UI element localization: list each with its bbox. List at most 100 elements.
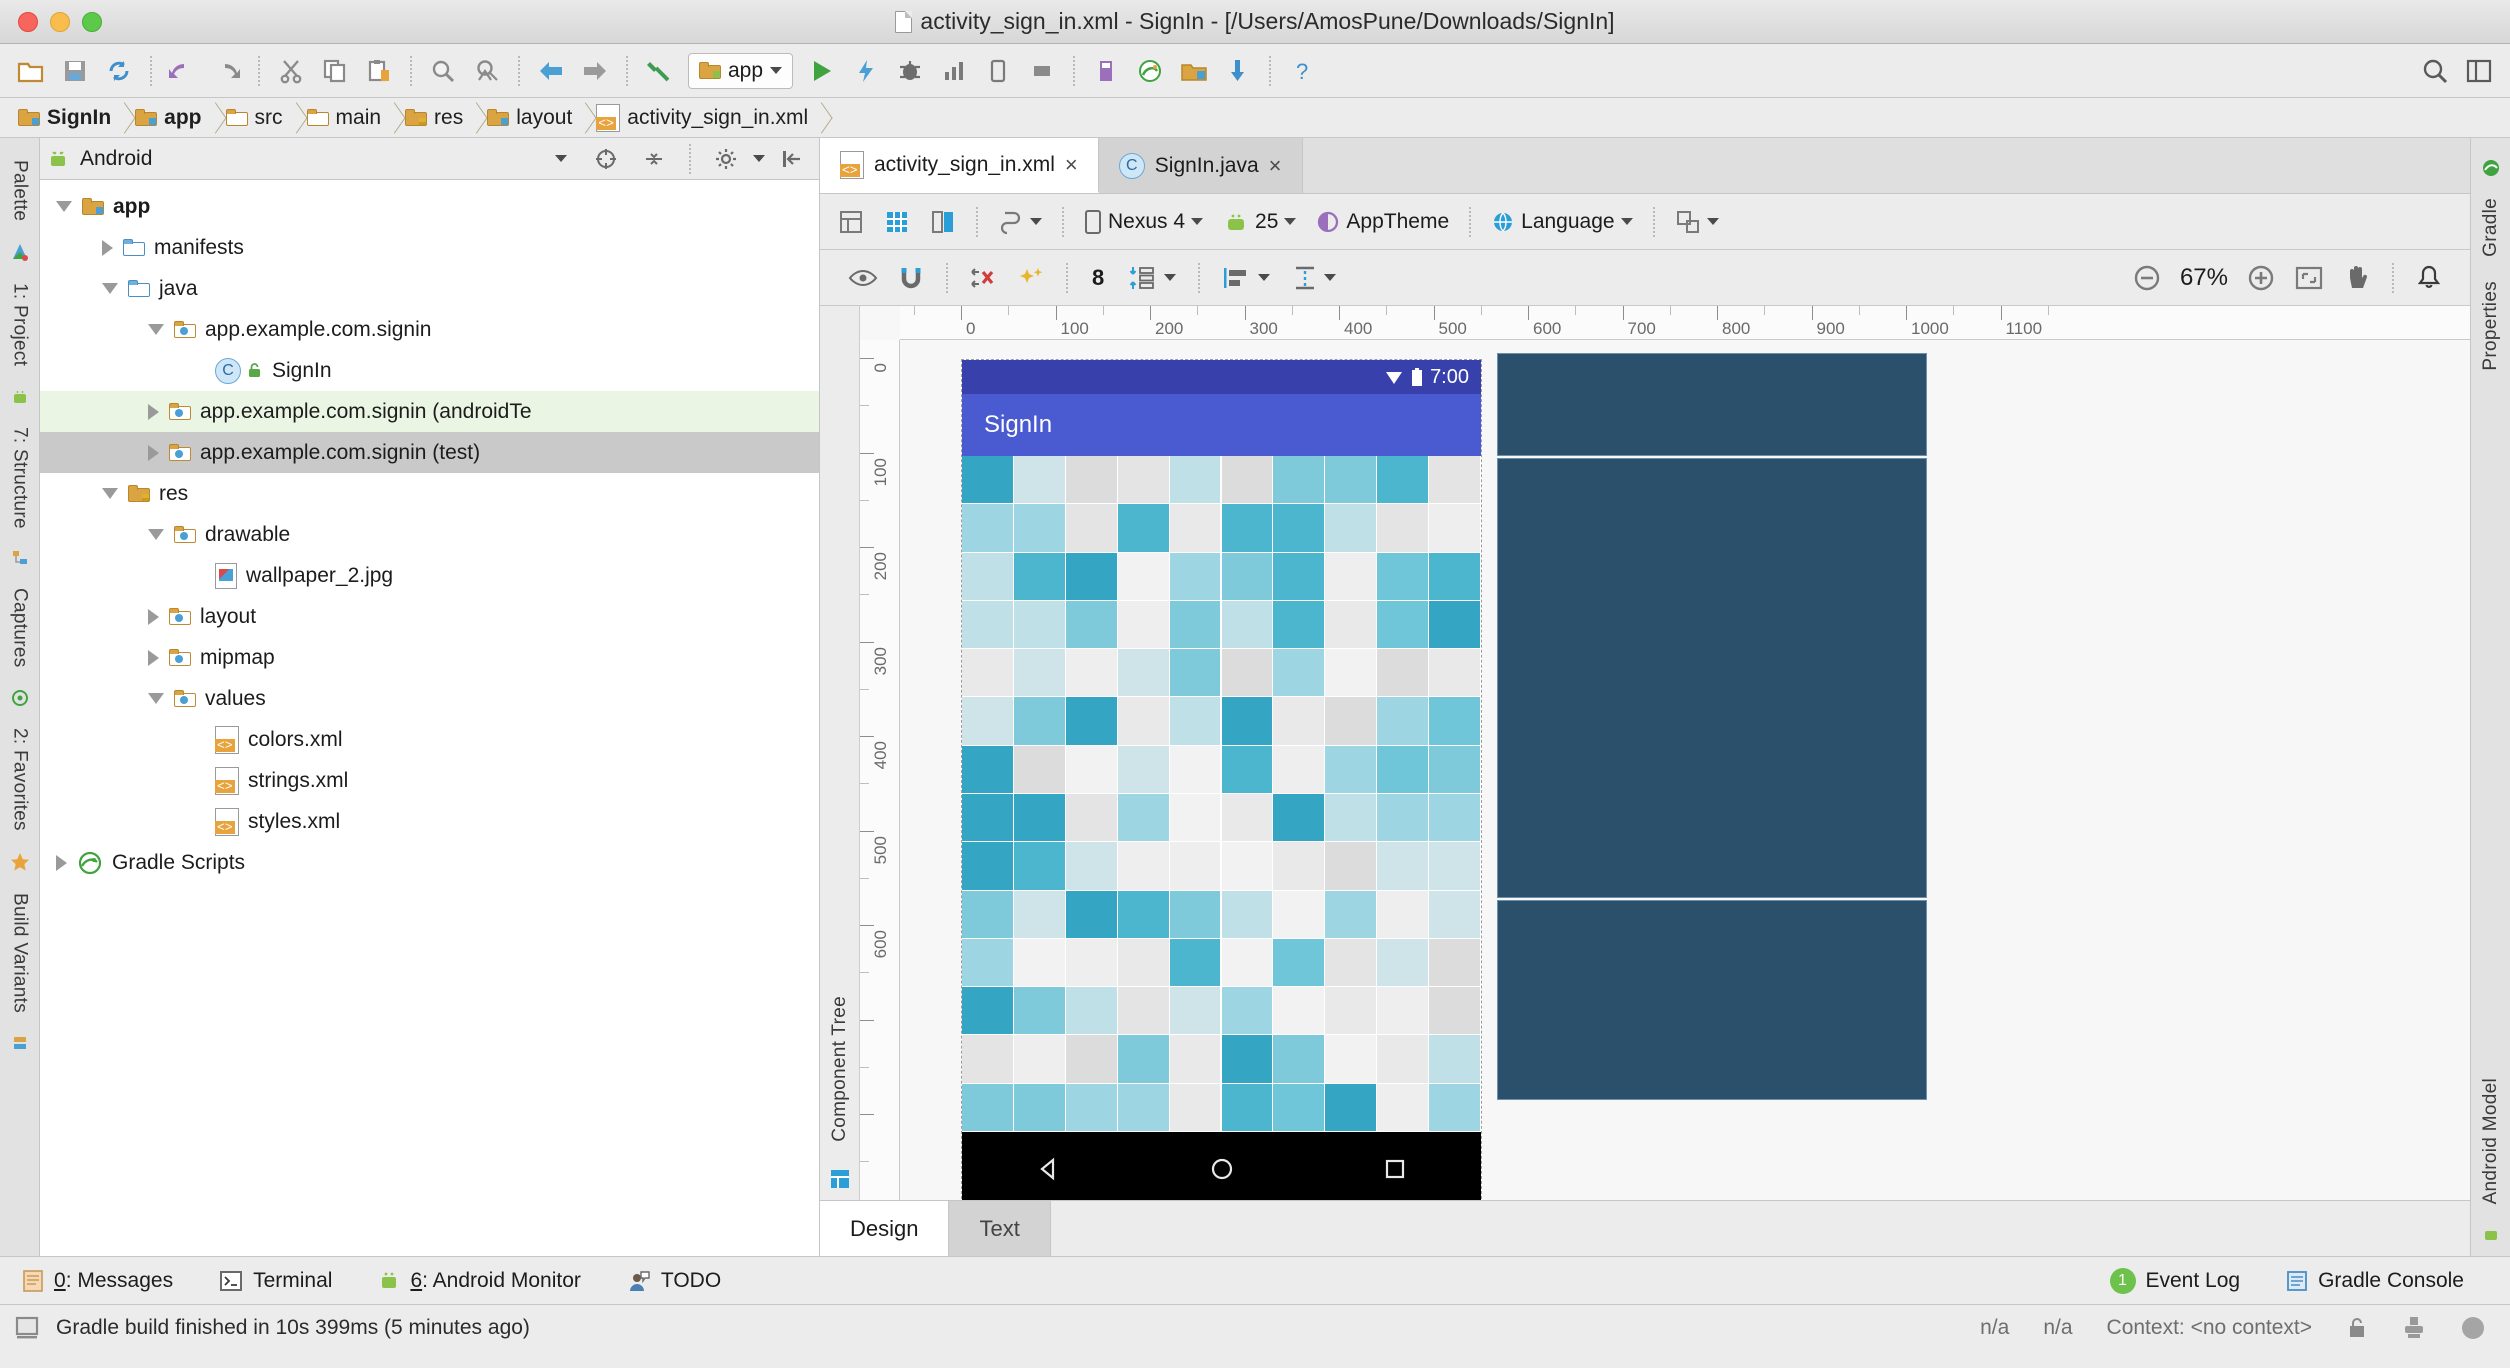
nav-home-circle-icon[interactable] [1207,1154,1237,1184]
notification-bell-icon[interactable] [2408,257,2450,299]
avd-manager-icon[interactable] [1129,50,1171,92]
debug-icon[interactable] [889,50,931,92]
orientation-button[interactable] [990,202,1050,242]
breadcrumb-item-src[interactable]: src [216,98,297,138]
sync-project-icon[interactable] [1217,50,1259,92]
avatar-icon[interactable] [2460,1315,2486,1341]
sidebar-item-palette[interactable]: Palette [9,148,31,233]
sidebar-item-build-variants[interactable]: Build Variants [9,881,31,1025]
tab-design[interactable]: Design [820,1201,950,1256]
chevron-right-icon[interactable] [148,403,159,420]
replace-icon[interactable] [466,50,508,92]
nav-recents-square-icon[interactable] [1380,1154,1410,1184]
layout-inspector-icon[interactable] [1173,50,1215,92]
tree-item-layout[interactable]: layout [40,596,819,637]
cut-icon[interactable] [270,50,312,92]
tree-item-wallpaper-2-jpg[interactable]: wallpaper_2.jpg [40,555,819,596]
module-run-config-selector[interactable]: app [688,52,794,89]
design-view-icon[interactable] [830,201,872,243]
split-view-icon[interactable] [922,201,964,243]
tool-button-gradle-console[interactable]: Gradle Console [2286,1269,2464,1293]
hide-panel-icon[interactable] [771,138,813,180]
api-level-selector[interactable]: 25 [1215,202,1304,242]
tab-text[interactable]: Text [949,1201,1051,1256]
tool-button-messages[interactable]: 0: Messages [22,1269,173,1293]
clear-constraints-icon[interactable] [962,257,1004,299]
back-icon[interactable] [530,50,572,92]
sidebar-item-project[interactable]: 1: Project [9,271,31,378]
close-icon[interactable]: × [1269,153,1282,179]
pan-hand-icon[interactable] [2336,257,2378,299]
redo-icon[interactable] [206,50,248,92]
tree-item-strings-xml[interactable]: strings.xml [40,760,819,801]
close-window-button[interactable] [18,11,38,32]
sdk-manager-icon[interactable] [1085,50,1127,92]
lock-icon[interactable] [2346,1316,2368,1340]
tool-button-android-monitor[interactable]: 6: Android Monitor [378,1269,581,1293]
sidebar-item-android-model[interactable]: Android Model [2480,1066,2502,1216]
magic-wand-icon[interactable] [1010,257,1052,299]
tree-item-manifests[interactable]: manifests [40,227,819,268]
align-button[interactable] [1214,258,1278,298]
blueprint-preview[interactable] [1497,353,1927,1100]
chevron-right-icon[interactable] [148,444,159,461]
magnet-icon[interactable] [890,257,932,299]
tab-activity-sign-in-xml[interactable]: activity_sign_in.xml × [820,138,1099,193]
build-hammer-icon[interactable] [638,50,680,92]
device-selector[interactable]: Nexus 4 [1076,202,1211,242]
tree-item-java[interactable]: java [40,268,819,309]
locate-icon[interactable] [585,138,627,180]
layout-variants-button[interactable] [1667,202,1727,242]
sync-icon[interactable] [98,50,140,92]
breadcrumb-item-main[interactable]: main [297,98,396,138]
minimize-window-button[interactable] [50,11,70,32]
tool-button-event-log[interactable]: 1 Event Log [2109,1267,2240,1294]
nav-back-triangle-icon[interactable] [1034,1154,1064,1184]
tree-item-values[interactable]: values [40,678,819,719]
device-preview[interactable]: 7:00 SignIn [961,359,1482,1200]
tree-item-gradle-scripts[interactable]: Gradle Scripts [40,842,819,883]
breadcrumb-item-layout[interactable]: layout [477,98,586,138]
chevron-down-icon[interactable] [56,201,72,212]
tree-item-signin[interactable]: C SignIn [40,350,819,391]
zoom-in-icon[interactable] [2240,257,2282,299]
forward-icon[interactable] [574,50,616,92]
chevron-down-icon[interactable] [102,488,118,499]
tree-item-app-example-com-signin-androidte[interactable]: app.example.com.signin (androidTe [40,391,819,432]
run-icon[interactable] [801,50,843,92]
tree-item-app-example-com-signin-test[interactable]: app.example.com.signin (test) [40,432,819,473]
memory-indicator-icon[interactable] [2402,1315,2426,1341]
breadcrumb-item-file[interactable]: activity_sign_in.xml [586,98,822,138]
chevron-right-icon[interactable] [102,239,113,256]
chevron-down-icon[interactable] [148,324,164,335]
copy-icon[interactable] [314,50,356,92]
stop-icon[interactable] [1021,50,1063,92]
chevron-down-icon[interactable] [102,283,118,294]
zoom-out-icon[interactable] [2126,257,2168,299]
undo-icon[interactable] [162,50,204,92]
eye-icon[interactable] [842,257,884,299]
project-tree[interactable]: app manifests java app.example.com.signin C S… [40,180,819,1256]
toggle-toolwindows-icon[interactable] [14,1315,40,1341]
open-folder-icon[interactable] [10,50,52,92]
chevron-right-icon[interactable] [148,608,159,625]
chevron-right-icon[interactable] [148,649,159,666]
sidebar-item-favorites[interactable]: 2: Favorites [9,716,31,843]
guidelines-button[interactable] [1284,258,1344,298]
blueprint-view-icon[interactable] [876,201,918,243]
theme-selector[interactable]: AppTheme [1308,202,1457,242]
tool-button-todo[interactable]: TODO [627,1269,721,1293]
tree-item-mipmap[interactable]: mipmap [40,637,819,678]
breadcrumb-item-res[interactable]: res [395,98,477,138]
apply-changes-icon[interactable] [845,50,887,92]
language-selector[interactable]: Language [1483,202,1640,242]
sidebar-item-properties[interactable]: Properties [2480,269,2502,383]
tree-item-app-example-com-signin[interactable]: app.example.com.signin [40,309,819,350]
zoom-to-fit-icon[interactable] [2288,257,2330,299]
collapse-all-icon[interactable] [633,138,675,180]
sidebar-item-structure[interactable]: 7: Structure [9,415,31,541]
default-margin-value[interactable]: 8 [1082,265,1114,291]
close-icon[interactable]: × [1065,152,1078,178]
search-everywhere-icon[interactable] [2414,50,2456,92]
chevron-right-icon[interactable] [56,854,67,871]
